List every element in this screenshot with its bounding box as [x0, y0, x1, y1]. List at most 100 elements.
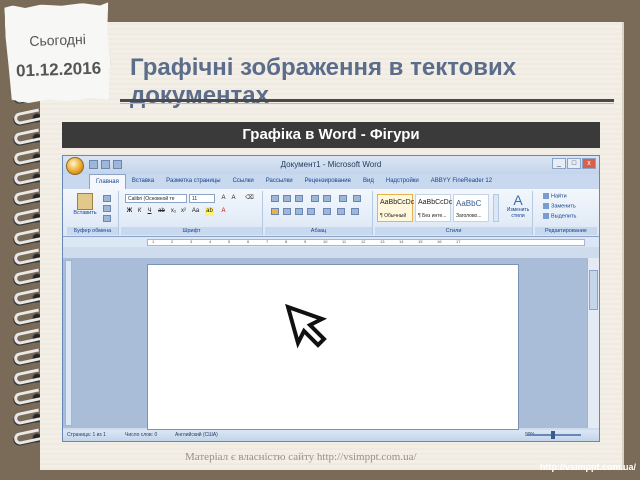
tab-0[interactable]: Главная [89, 174, 126, 189]
ruler-mark: 12 [361, 239, 366, 244]
minimize-button[interactable]: _ [552, 158, 566, 169]
ruler-mark: 5 [228, 239, 231, 244]
ruler-mark: 17 [456, 239, 461, 244]
ruler-mark: 13 [380, 239, 385, 244]
scroll-thumb[interactable] [589, 270, 598, 310]
ruler-mark: 16 [437, 239, 442, 244]
align-right-icon[interactable] [295, 208, 303, 215]
window-title: Документ1 - Microsoft Word [280, 160, 382, 169]
font-group: Calibri (Основной те 11 A A ⌫ Ж К Ч ab x… [121, 191, 263, 235]
maximize-button[interactable]: □ [567, 158, 581, 169]
highlight-icon[interactable]: ab [205, 207, 214, 216]
editing-group: Найти Заменить Выделить Редактирование [535, 191, 597, 235]
justify-icon[interactable] [307, 208, 315, 215]
document-area [63, 258, 587, 430]
cut-icon[interactable] [103, 195, 111, 202]
style-normal[interactable]: AaBbCcDc ¶ Обычный [377, 194, 415, 222]
sort-icon[interactable] [339, 195, 347, 202]
office-button[interactable] [66, 157, 84, 175]
styles-scroll[interactable] [493, 194, 499, 222]
vertical-ruler[interactable] [65, 260, 72, 426]
change-styles-icon: A [513, 192, 523, 208]
tab-1[interactable]: Вставка [126, 174, 160, 189]
style-heading[interactable]: AaBbC Заголово... [453, 194, 489, 222]
tab-5[interactable]: Рецензирование [299, 174, 357, 189]
styles-group-label: Стили [375, 227, 532, 235]
style-no-spacing[interactable]: AaBbCcDc ¶ Без инте... [415, 194, 452, 222]
find-button[interactable]: Найти [543, 193, 567, 199]
bullets-icon[interactable] [271, 195, 279, 202]
ruler-mark: 9 [304, 239, 307, 244]
bold-icon[interactable]: Ж [125, 207, 134, 216]
strikethrough-icon[interactable]: ab [157, 207, 166, 216]
ruler-mark: 8 [285, 239, 288, 244]
line-spacing-icon[interactable] [323, 208, 331, 215]
shrink-font-icon[interactable]: A [229, 194, 238, 203]
ruler-mark: 11 [342, 239, 347, 244]
title-bar: Документ1 - Microsoft Word _ □ x [63, 156, 599, 175]
tab-6[interactable]: Вид [357, 174, 380, 189]
decrease-indent-icon[interactable] [311, 195, 319, 202]
numbering-icon[interactable] [283, 195, 291, 202]
font-name-select[interactable]: Calibri (Основной те [125, 194, 187, 203]
style-sample: AaBbCcDc [380, 199, 415, 206]
style-sample: AaBbC [456, 199, 482, 208]
horizontal-ruler[interactable]: 1 2 3 4 5 6 7 8 9 10 11 12 13 14 15 16 17 [147, 239, 585, 246]
styles-group: AaBbCcDc ¶ Обычный AaBbCcDc ¶ Без инте..… [375, 191, 533, 235]
close-button[interactable]: x [582, 158, 596, 169]
tab-7[interactable]: Надстройки [380, 174, 425, 189]
format-painter-icon[interactable] [103, 215, 111, 222]
italic-icon[interactable]: К [135, 207, 144, 216]
ribbon-tabs: Главная Вставка Разметка страницы Ссылки Рас… [63, 174, 599, 189]
date-value: 01.12.2016 [15, 58, 102, 81]
tab-8[interactable]: ABBYY FineReader 12 [425, 174, 498, 189]
paste-label: Вставить [73, 210, 97, 216]
superscript-icon[interactable]: x² [179, 207, 188, 216]
change-case-icon[interactable]: Aa [191, 207, 200, 216]
title-divider [120, 99, 614, 102]
footer-url[interactable]: http://vsimppt.com.ua/ [540, 462, 636, 472]
underline-icon[interactable]: Ч [145, 207, 154, 216]
style-name: Заголово... [456, 213, 482, 219]
style-name: ¶ Без инте... [418, 213, 447, 219]
section-banner: Графіка в Word - Фігури [62, 122, 600, 148]
status-language[interactable]: Английский (США) [175, 430, 218, 441]
font-color-icon[interactable]: A [219, 207, 228, 216]
status-page[interactable]: Страница: 1 из 1 [67, 430, 106, 441]
borders-icon[interactable] [351, 208, 359, 215]
footer-note: Матеріал є власністю сайту http://vsimpp… [185, 451, 417, 463]
status-bar: Страница: 1 из 1 Число слов: 0 Английски… [63, 430, 599, 441]
document-page[interactable] [147, 264, 519, 430]
grow-font-icon[interactable]: A [219, 194, 228, 203]
increase-indent-icon[interactable] [323, 195, 331, 202]
align-left-icon[interactable] [271, 208, 279, 215]
status-words[interactable]: Число слов: 0 [125, 430, 157, 441]
tab-3[interactable]: Ссылки [227, 174, 260, 189]
ruler-mark: 6 [247, 239, 250, 244]
ruler-mark: 4 [209, 239, 212, 244]
change-styles-button[interactable]: A Изменить стили [503, 193, 533, 219]
tab-4[interactable]: Рассылки [260, 174, 299, 189]
show-marks-icon[interactable] [353, 195, 361, 202]
tab-2[interactable]: Разметка страницы [160, 174, 226, 189]
paragraph-group-label: Абзац [265, 227, 372, 235]
ruler-mark: 3 [190, 239, 193, 244]
font-size-select[interactable]: 11 [189, 194, 215, 203]
copy-icon[interactable] [103, 205, 111, 212]
multilevel-list-icon[interactable] [295, 195, 303, 202]
shading-icon[interactable] [337, 208, 345, 215]
vertical-scrollbar[interactable] [587, 258, 599, 428]
change-styles-label: Изменить стили [506, 207, 530, 219]
clear-format-icon[interactable]: ⌫ [245, 194, 254, 203]
clipboard-group: Вставить Буфер обмена [67, 191, 119, 235]
align-center-icon[interactable] [283, 208, 291, 215]
ruler-mark: 7 [266, 239, 269, 244]
replace-button[interactable]: Заменить [543, 203, 576, 209]
select-button[interactable]: Выделить [543, 213, 576, 219]
zoom-slider[interactable] [527, 431, 581, 439]
clipboard-group-label: Буфер обмена [67, 227, 118, 235]
subscript-icon[interactable]: x₂ [169, 207, 178, 216]
paste-button[interactable]: Вставить [73, 193, 97, 223]
date-note: Сьогодні 01.12.2016 [4, 2, 111, 104]
title-divider-thin [120, 103, 614, 104]
